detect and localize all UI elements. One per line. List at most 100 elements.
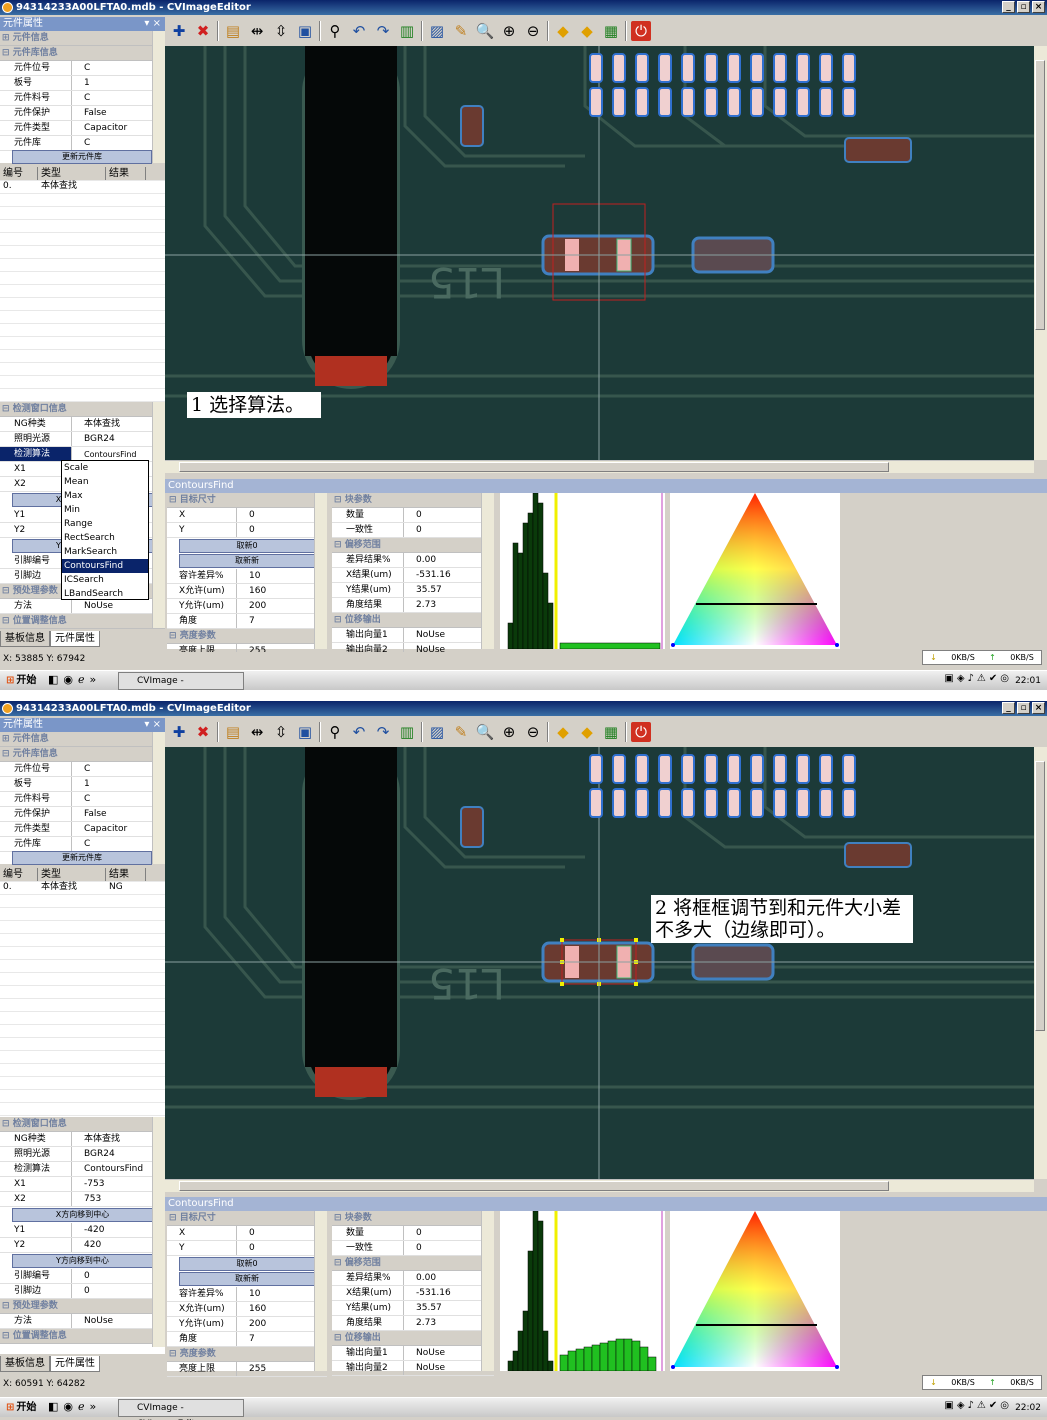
start-button[interactable]: ⊞ 开始 <box>2 673 40 689</box>
group-brightness[interactable]: ⊟ 亮度参数 <box>167 629 327 644</box>
col-header-id[interactable]: 编号 <box>0 167 38 180</box>
prop-row[interactable]: 引脚编号 0 <box>0 1269 165 1284</box>
scrollbar[interactable] <box>314 1211 327 1371</box>
prop-row[interactable]: 角度 7 <box>167 1332 327 1347</box>
prop-row[interactable]: 板号 1 <box>0 76 165 91</box>
volume-icon[interactable]: ♪ <box>968 1400 974 1411</box>
close-button[interactable]: × <box>1032 702 1045 714</box>
zoom-in-icon[interactable]: ⊕ <box>499 722 519 742</box>
list-icon[interactable]: ▦ <box>601 21 621 41</box>
prop-row[interactable]: 角度结果 2.73 <box>332 598 494 613</box>
taskbar-app-button[interactable]: CVImage - CVImageEditor <box>118 672 244 690</box>
group-library-info[interactable]: ⊟ 元件库信息 <box>0 747 165 762</box>
maximize-button[interactable]: ▫ <box>1017 702 1030 714</box>
dropdown-option[interactable]: Scale <box>62 461 148 475</box>
sync-icon[interactable]: ◎ <box>1000 673 1009 684</box>
prop-row[interactable]: 照明光源 BGR24 <box>0 1147 165 1162</box>
prop-row[interactable]: 方法 NoUse <box>0 1314 165 1329</box>
add-icon[interactable]: ✚ <box>169 21 189 41</box>
delete-icon[interactable]: ✖ <box>193 722 213 742</box>
scrollbar[interactable] <box>152 31 165 163</box>
add-icon[interactable]: ✚ <box>169 722 189 742</box>
group-position[interactable]: ⊟ 位置调整信息 <box>0 614 165 629</box>
prop-row[interactable]: X结果(um) -531.16 <box>332 568 494 583</box>
col-header-id[interactable]: 编号 <box>0 868 38 881</box>
group-output[interactable]: ⊟ 位移输出 <box>332 1331 494 1346</box>
dropdown-option[interactable]: MarkSearch <box>62 545 148 559</box>
open-icon[interactable]: ▤ <box>223 21 243 41</box>
prop-row[interactable]: Y2 420 <box>0 1238 165 1253</box>
prop-row[interactable]: X1 -753 <box>0 1177 165 1192</box>
volume-icon[interactable]: ♪ <box>968 673 974 684</box>
save-icon[interactable]: ▨ <box>427 722 447 742</box>
pcb-image-view[interactable]: L15 2 将框框调节到和元件大小差 不多大（边缘即可）。 <box>165 747 1034 1179</box>
power-icon[interactable]: ⏻ <box>631 21 651 41</box>
power-icon[interactable]: ⏻ <box>631 722 651 742</box>
prop-row[interactable]: 输出向量1 NoUse <box>332 1346 494 1361</box>
prop-row[interactable]: Y结果(um) 35.57 <box>332 1301 494 1316</box>
list-icon[interactable]: ▦ <box>601 722 621 742</box>
save-icon[interactable]: ▨ <box>427 21 447 41</box>
col-header-result[interactable]: 结果 <box>106 868 146 881</box>
ie-icon[interactable]: ℯ <box>78 1400 85 1413</box>
minimize-button[interactable]: _ <box>1002 702 1015 714</box>
prop-row[interactable]: 元件料号 C <box>0 91 165 106</box>
tab-component-props[interactable]: 元件属性 <box>50 631 100 647</box>
col-header-type[interactable]: 类型 <box>38 167 106 180</box>
sync-icon[interactable]: ◎ <box>1000 1400 1009 1411</box>
prev-icon[interactable]: ◆ <box>553 21 573 41</box>
security-icon[interactable]: ✔ <box>989 673 997 684</box>
pin-icon[interactable]: ▾ × <box>144 17 161 31</box>
prop-row[interactable]: 元件位号 C <box>0 61 165 76</box>
network-icon[interactable]: ⚠ <box>977 1400 986 1411</box>
group-brightness[interactable]: ⊟ 亮度参数 <box>167 1347 327 1362</box>
scrollbar[interactable] <box>481 1211 494 1371</box>
prop-row[interactable]: 方法 NoUse <box>0 599 165 614</box>
prop-row[interactable]: 一致性 0 <box>332 523 494 538</box>
media-icon[interactable]: ◉ <box>63 1400 73 1413</box>
prop-row[interactable]: Y0 <box>167 1241 327 1256</box>
prop-row[interactable]: X结果(um) -531.16 <box>332 1286 494 1301</box>
scrollbar[interactable] <box>481 493 494 649</box>
prop-row[interactable]: Y允许(um) 200 <box>167 599 327 614</box>
col-header-result[interactable]: 结果 <box>106 167 146 180</box>
group-offset[interactable]: ⊟ 偏移范围 <box>332 1256 494 1271</box>
zoom-out-icon[interactable]: ⊖ <box>523 722 543 742</box>
reset-new-button[interactable]: 取新新 <box>179 554 315 568</box>
prop-row[interactable]: 板号 1 <box>0 777 165 792</box>
inspect-icon[interactable]: ⚲ <box>325 21 345 41</box>
book-icon[interactable]: ▥ <box>397 21 417 41</box>
dropdown-option[interactable]: Range <box>62 517 148 531</box>
prop-row[interactable]: 一致性 0 <box>332 1241 494 1256</box>
prop-row[interactable]: X0 <box>167 1226 327 1241</box>
scrollbar[interactable] <box>314 493 327 649</box>
prop-row[interactable]: X允许(um) 160 <box>167 584 327 599</box>
prop-row[interactable]: X2 753 <box>0 1192 165 1207</box>
tray-icon[interactable]: ▣ <box>944 673 953 684</box>
next-icon[interactable]: ◆ <box>577 722 597 742</box>
prop-row[interactable]: 检测算法 ContoursFind <box>0 1162 165 1177</box>
reset-0-button[interactable]: 取新0 <box>179 539 315 553</box>
prop-row[interactable]: 元件类型 Capacitor <box>0 822 165 837</box>
group-component-info[interactable]: ⊞ 元件信息 <box>0 31 165 46</box>
prop-row[interactable]: X允许(um) 160 <box>167 1302 327 1317</box>
taskbar-app-button[interactable]: CVImage - CVImageEditor <box>118 1399 244 1420</box>
align-v-icon[interactable]: ⇳ <box>271 21 291 41</box>
group-detect-window[interactable]: ⊟ 检测窗口信息 <box>0 402 165 417</box>
prop-row[interactable]: 元件位号 C <box>0 762 165 777</box>
dropdown-option[interactable]: Min <box>62 503 148 517</box>
next-icon[interactable]: ◆ <box>577 21 597 41</box>
pcb-image-view[interactable]: L15 1 选择算法。 <box>165 46 1034 460</box>
update-library-button[interactable]: 更新元件库 <box>12 150 152 164</box>
x-center-button[interactable]: X方向移到中心 <box>12 1208 153 1222</box>
table-row[interactable]: 0. 本体查找 NG <box>0 881 165 894</box>
prop-row[interactable]: 差异结果% 0.00 <box>332 553 494 568</box>
align-v-icon[interactable]: ⇳ <box>271 722 291 742</box>
image-vscrollbar[interactable] <box>1034 46 1047 460</box>
dropdown-option[interactable]: ICSearch <box>62 573 148 587</box>
edit-icon[interactable]: ✎ <box>451 21 471 41</box>
fit-icon[interactable]: ▣ <box>295 21 315 41</box>
scrollbar[interactable] <box>152 732 165 864</box>
group-block[interactable]: ⊟ 块参数 <box>332 493 494 508</box>
zoom-icon[interactable]: 🔍 <box>475 722 495 742</box>
